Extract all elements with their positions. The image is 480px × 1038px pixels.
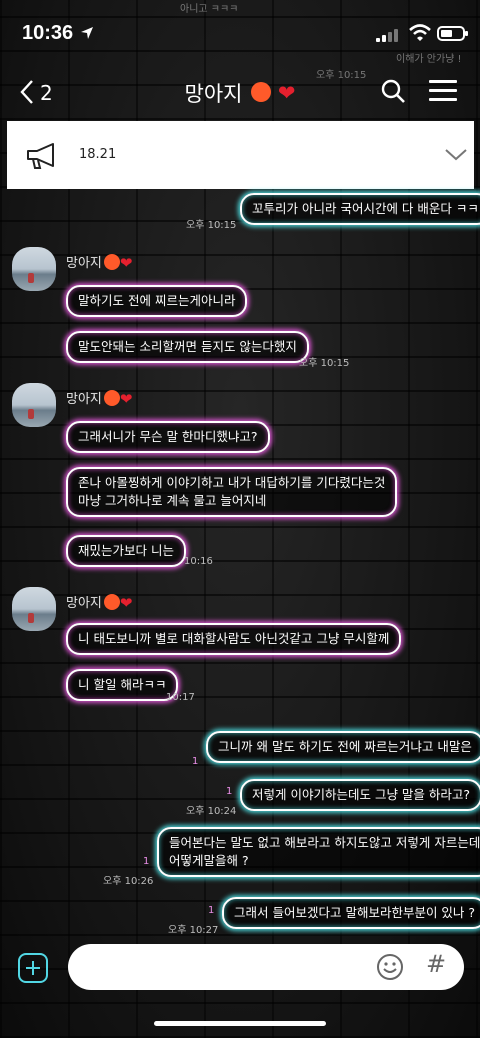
wifi-icon	[409, 24, 431, 41]
message-bubble[interactable]: 그니까 왜 말도 하기도 전에 짜르는거냐고 내말은	[206, 731, 480, 763]
sender-name: 망아지 ❤	[66, 254, 133, 272]
message-bubble[interactable]: 그래서 들어보겠다고 말해보라한부분이 있나 ?	[222, 897, 480, 929]
red-heart-icon: ❤	[119, 390, 133, 408]
angry-face-icon	[103, 390, 120, 406]
message-text: 꼬투리가 아니라 국어시간에 다 배운다 ㅋㅋ	[252, 201, 479, 216]
message-text-line: 들어본다는 말도 없고 해보라고 하지도않고 저렇게 자르는데	[169, 835, 480, 850]
angry-face-icon	[251, 82, 272, 102]
message-bubble[interactable]: 말하기도 전에 찌르는게아니라	[66, 285, 248, 317]
message-time: 오후 10:26	[103, 876, 154, 887]
red-heart-icon: ❤	[119, 254, 133, 272]
emoji-icon[interactable]	[376, 953, 404, 981]
sender-name: 망아지 ❤	[66, 594, 133, 612]
unread-count: 1	[208, 905, 215, 916]
red-heart-icon: ❤	[277, 81, 296, 105]
message-input[interactable]	[84, 954, 364, 980]
faded-message-fragment: 아니고 ㅋㅋㅋ	[180, 4, 239, 15]
unread-count: 1	[143, 856, 150, 867]
message-text: 재밌는가보다 니는	[78, 543, 174, 558]
message-text-line: 존나 아몰찡하게 이야기하고 내가 대답하기를 기다렸다는것	[78, 475, 386, 490]
message-text: 그니까 왜 말도 하기도 전에 짜르는거냐고 내말은	[218, 739, 472, 754]
angry-face-icon	[103, 254, 120, 270]
chat-title-text: 망아지	[184, 82, 243, 106]
message-time: 오후 10:15	[299, 358, 350, 369]
home-indicator	[154, 1021, 326, 1026]
message-bubble[interactable]: 존나 아몰찡하게 이야기하고 내가 대답하기를 기다렸다는것 마냥 그거하나로 …	[66, 467, 398, 517]
angry-face-icon	[103, 594, 120, 610]
unread-count: 1	[192, 756, 199, 767]
message-time: 10:16	[184, 556, 213, 567]
red-heart-icon: ❤	[119, 594, 133, 612]
message-text-line: 어떻게말을해 ?	[169, 853, 249, 868]
hashtag-search-button[interactable]: #	[426, 950, 446, 978]
message-bubble[interactable]: 저렇게 이야기하는데도 그냥 말을 하라고?	[240, 779, 480, 811]
battery-icon	[437, 26, 468, 41]
message-bubble[interactable]: 재밌는가보다 니는	[66, 535, 186, 567]
notice-text: 18.21	[79, 147, 117, 162]
message-time: 오후 10:27	[168, 925, 219, 936]
message-bubble[interactable]: 그래서니가 무슨 말 한마디했냐고?	[66, 421, 270, 453]
faded-message-fragment: 이해가 안가냥 !	[396, 54, 462, 65]
add-attachment-button[interactable]	[18, 953, 48, 983]
message-input-bar: #	[68, 944, 464, 990]
sender-name: 망아지 ❤	[66, 390, 133, 408]
message-text-line: 마냥 그거하나로 계속 물고 늘어지네	[78, 493, 267, 508]
megaphone-icon	[27, 143, 54, 169]
message-text: 니 할일 해라ㅋㅋ	[78, 677, 167, 692]
message-time: 10:17	[166, 692, 195, 703]
message-bubble[interactable]: 꼬투리가 아니라 국어시간에 다 배운다 ㅋㅋ	[240, 193, 480, 225]
message-text: 니 태도보니까 별로 대화할사람도 아닌것같고 그냥 무시할께	[78, 631, 390, 646]
message-time: 오후 10:24	[186, 806, 237, 817]
message-time: 오후 10:15	[186, 220, 237, 231]
message-bubble[interactable]: 니 할일 해라ㅋㅋ	[66, 669, 179, 701]
notice-banner[interactable]: 18.21	[7, 121, 474, 189]
avatar[interactable]	[12, 247, 56, 291]
avatar[interactable]	[12, 383, 56, 427]
chat-header: 2 망아지 ❤	[0, 70, 480, 116]
message-bubble[interactable]: 말도안돼는 소리할꺼면 듣지도 않는다했지	[66, 331, 309, 363]
chevron-down-icon[interactable]	[443, 143, 469, 165]
avatar[interactable]	[12, 587, 56, 631]
location-arrow-icon	[81, 27, 93, 39]
message-text: 그래서니가 무슨 말 한마디했냐고?	[78, 429, 258, 444]
cellular-signal-icon	[376, 28, 402, 42]
unread-count: 1	[226, 786, 233, 797]
message-text: 말하기도 전에 찌르는게아니라	[78, 293, 236, 308]
status-time: 10:36	[22, 22, 74, 44]
menu-icon[interactable]	[429, 80, 457, 102]
message-text: 그래서 들어보겠다고 말해보라한부분이 있나 ?	[234, 905, 476, 920]
chat-title[interactable]: 망아지 ❤	[0, 78, 480, 108]
message-bubble[interactable]: 들어본다는 말도 없고 해보라고 하지도않고 저렇게 자르는데 어떻게말을해 ?	[157, 827, 480, 877]
search-icon[interactable]	[380, 78, 406, 104]
message-text: 말도안돼는 소리할꺼면 듣지도 않는다했지	[78, 339, 297, 354]
message-text: 저렇게 이야기하는데도 그냥 말을 하라고?	[252, 787, 471, 802]
message-bubble[interactable]: 니 태도보니까 별로 대화할사람도 아닌것같고 그냥 무시할께	[66, 623, 402, 655]
